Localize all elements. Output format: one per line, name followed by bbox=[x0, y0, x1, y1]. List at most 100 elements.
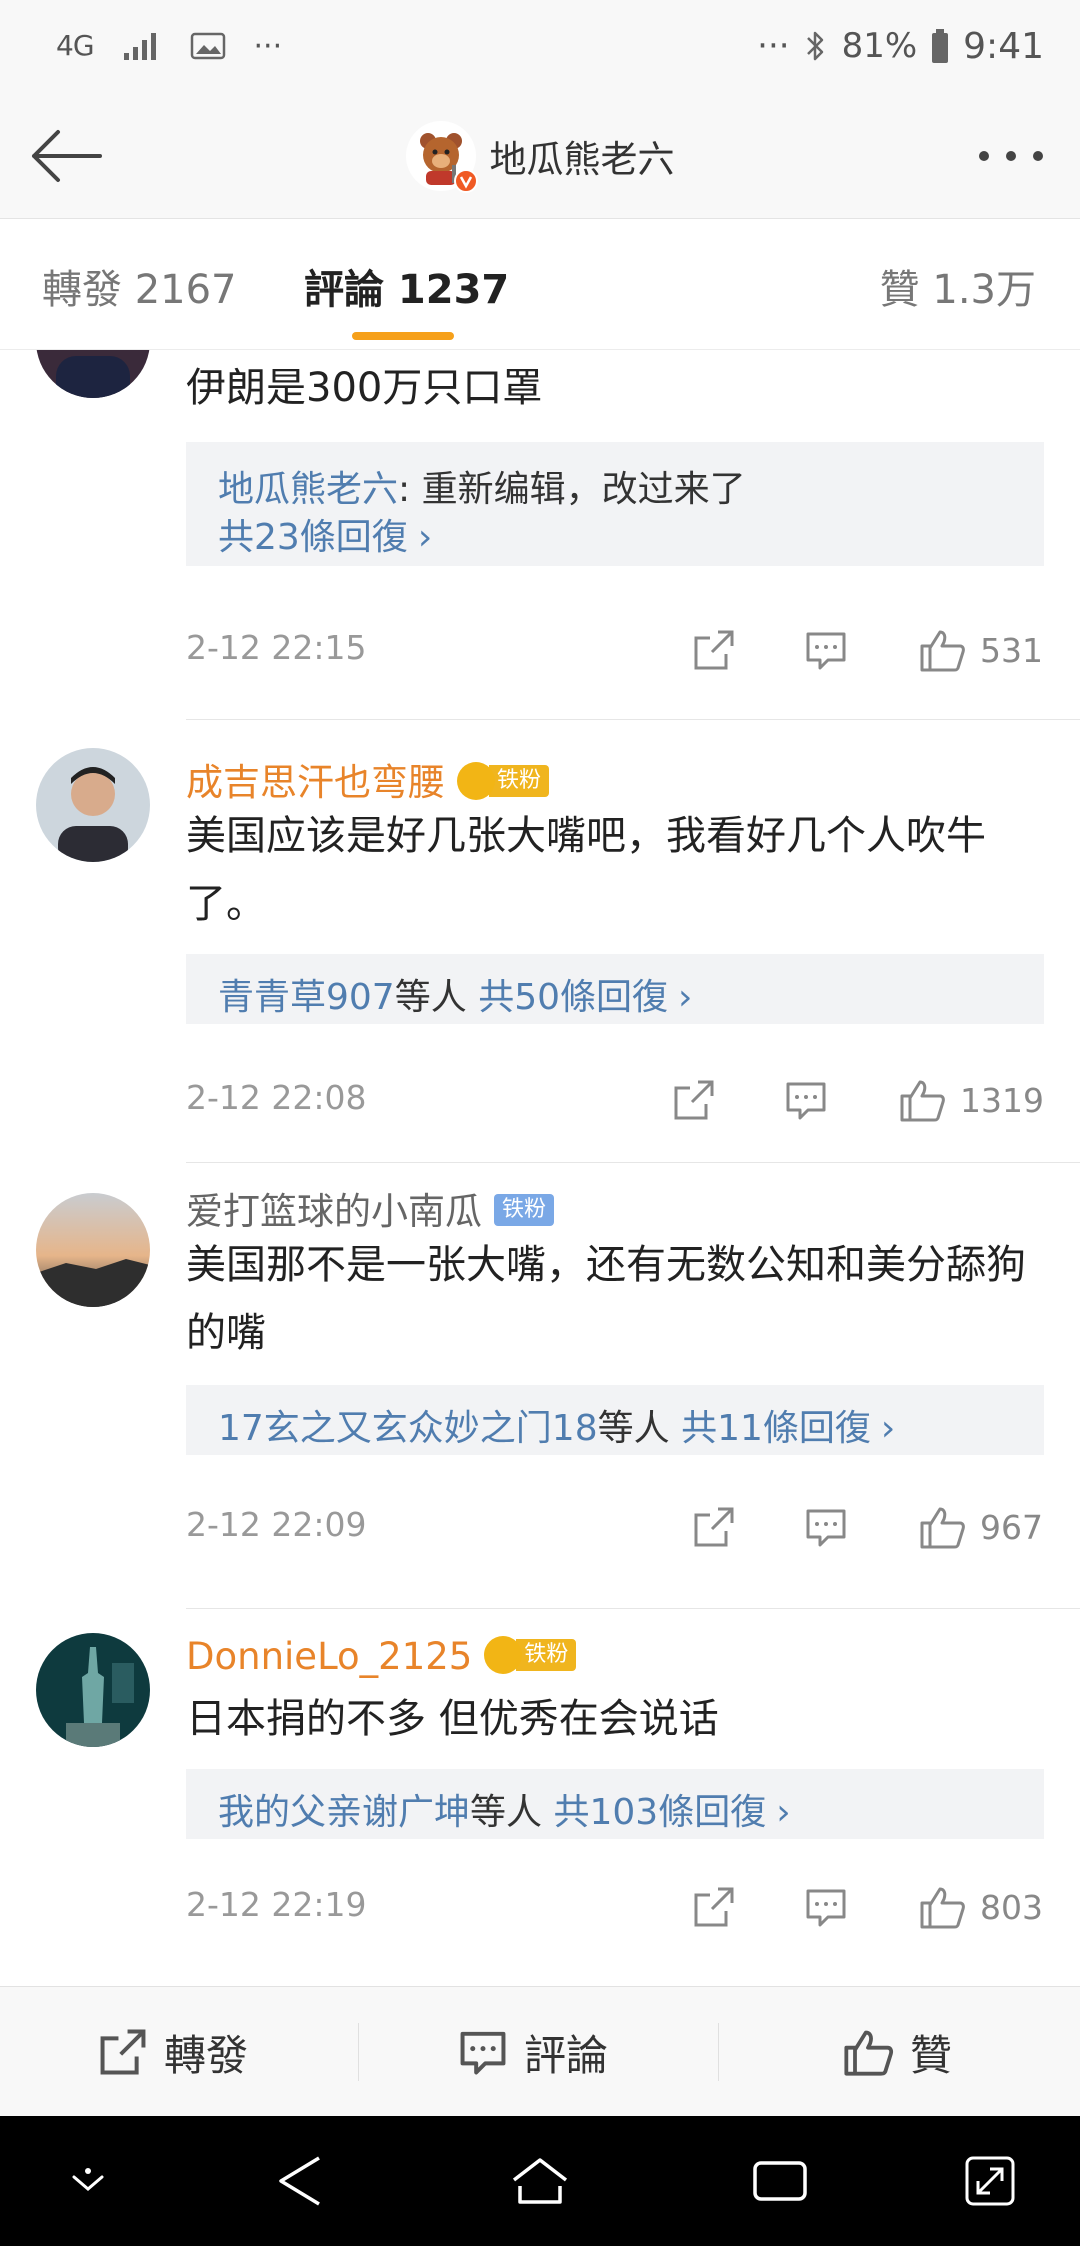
comment-bubble-icon bbox=[806, 1509, 846, 1547]
chevron-right-icon: › bbox=[417, 517, 433, 558]
comment-text: 日本捐的不多 但优秀在会说话 bbox=[186, 1696, 719, 1742]
reply-author[interactable]: 地瓜熊老六 bbox=[218, 469, 398, 510]
commenter-photo-icon bbox=[36, 748, 150, 862]
comment-item: 成吉思汗也弯腰 铁粉 美国应该是好几张大嘴吧，我看好几个人吹牛了。 青青草907等… bbox=[0, 720, 1080, 1163]
reply-suffix: 等人 bbox=[394, 977, 467, 1018]
comment-bubble-icon bbox=[806, 632, 846, 670]
thumbs-up-icon bbox=[920, 630, 965, 672]
comment-item: 爱打篮球的小南瓜 铁粉 美国那不是一张大嘴，还有无数公知和美分舔狗的嘴 17玄之又… bbox=[0, 1163, 1080, 1609]
like-button[interactable]: 803 bbox=[918, 1879, 1043, 1935]
reply-button[interactable] bbox=[804, 1879, 848, 1935]
commenter-name[interactable]: 爱打篮球的小南瓜 铁粉 bbox=[186, 1181, 555, 1235]
tab-forwards[interactable]: 轉發 2167 bbox=[42, 257, 237, 315]
commenter-avatar[interactable] bbox=[36, 748, 150, 862]
reply-users[interactable]: 17玄之又玄众妙之门18 bbox=[218, 1408, 598, 1449]
more-notifications-icon: ··· bbox=[253, 28, 283, 64]
fan-badge[interactable]: 铁粉 bbox=[484, 1635, 577, 1674]
forward-label: 轉發 bbox=[164, 2030, 249, 2080]
comment-time: 2-12 22:19 bbox=[186, 1885, 367, 1924]
comment-bubble-icon bbox=[806, 1889, 846, 1927]
bluetooth-icon bbox=[806, 31, 823, 61]
reply-button[interactable] bbox=[804, 1499, 848, 1555]
comment-button[interactable]: 評論 bbox=[458, 1987, 608, 2117]
chevron-down-dot-icon bbox=[72, 2168, 104, 2191]
share-button[interactable] bbox=[692, 622, 736, 678]
reply-preview[interactable]: 青青草907等人 共50條回復 › bbox=[186, 954, 1044, 1024]
more-options-button[interactable] bbox=[966, 114, 1056, 198]
triangle-back-icon bbox=[279, 2156, 320, 2206]
comment-time: 2-12 22:09 bbox=[186, 1505, 367, 1544]
share-button[interactable] bbox=[692, 1499, 736, 1555]
more-dots-icon bbox=[979, 151, 1043, 161]
tab-likes[interactable]: 贊 1.3万 bbox=[880, 257, 1036, 315]
like-count: 1319 bbox=[960, 1080, 1044, 1120]
system-nav-bar bbox=[0, 2116, 1080, 2246]
page-title: 地瓜熊老六 bbox=[489, 138, 675, 181]
commenter-name[interactable]: 成吉思汗也弯腰 铁粉 bbox=[186, 752, 550, 806]
forward-button[interactable]: 轉發 bbox=[98, 1987, 248, 2117]
user-avatar-mini[interactable] bbox=[405, 121, 478, 193]
tab-comments[interactable]: 評論 1237 bbox=[304, 257, 509, 315]
commenter-avatar[interactable] bbox=[36, 1633, 150, 1747]
chevron-right-icon: › bbox=[678, 977, 693, 1018]
reply-button[interactable] bbox=[784, 1072, 828, 1128]
comment-text: 伊朗是300万只口罩 bbox=[186, 365, 543, 411]
reply-count-link[interactable]: 共11條回復 bbox=[681, 1408, 871, 1449]
fan-badge[interactable]: 铁粉 bbox=[457, 761, 550, 800]
like-count: 967 bbox=[980, 1507, 1043, 1547]
chevron-right-icon: › bbox=[776, 1792, 791, 1833]
recents-nav-button[interactable] bbox=[748, 2149, 812, 2213]
reply-users[interactable]: 青青草907 bbox=[218, 977, 395, 1018]
more-status-icon: ··· bbox=[757, 26, 790, 66]
comment-item: DonnieLo_2125 铁粉 日本捐的不多 但优秀在会说话 我的父亲谢广坤等人… bbox=[0, 1609, 1080, 1985]
bottom-action-bar: 轉發 評論 贊 bbox=[0, 1986, 1080, 2117]
thumbs-up-icon bbox=[920, 1887, 965, 1929]
share-icon bbox=[694, 1507, 734, 1547]
expand-icon bbox=[965, 2156, 1015, 2206]
network-type: 4G bbox=[56, 29, 95, 62]
share-icon bbox=[674, 1080, 714, 1120]
commenter-avatar[interactable] bbox=[36, 1193, 150, 1307]
like-post-button[interactable]: 贊 bbox=[842, 1987, 952, 2117]
like-button[interactable]: 531 bbox=[918, 622, 1043, 678]
reply-suffix: 等人 bbox=[597, 1408, 670, 1449]
comment-bubble-icon bbox=[460, 2031, 506, 2075]
reply-count-link[interactable]: 共103條回復 bbox=[553, 1792, 766, 1833]
back-nav-button[interactable] bbox=[268, 2149, 332, 2213]
chevron-right-icon: › bbox=[880, 1408, 896, 1449]
comment-meta: 2-12 22:19 803 bbox=[186, 1877, 1044, 1937]
like-count: 803 bbox=[980, 1887, 1043, 1927]
share-button[interactable] bbox=[692, 1879, 736, 1935]
like-button[interactable]: 967 bbox=[918, 1499, 1043, 1555]
reply-button[interactable] bbox=[804, 622, 848, 678]
commenter-photo-icon bbox=[36, 1193, 150, 1307]
comment-time: 2-12 22:15 bbox=[186, 628, 367, 667]
comment-text: 美国那不是一张大嘴，还有无数公知和美分舔狗的嘴 bbox=[186, 1242, 1026, 1356]
hide-keyboard-button[interactable] bbox=[56, 2149, 120, 2213]
divider bbox=[718, 2023, 719, 2081]
reply-count-link[interactable]: 共23條回復 bbox=[218, 517, 408, 558]
comment-meta: 2-12 22:15 531 bbox=[186, 620, 1044, 680]
reply-count-link[interactable]: 共50條回復 bbox=[478, 977, 668, 1018]
like-label: 贊 bbox=[910, 2030, 953, 2080]
comment-list[interactable]: 伊朗是300万只口罩 地瓜熊老六: 重新编辑，改过来了 共23條回復 › 2-12… bbox=[0, 350, 1080, 1985]
like-button[interactable]: 1319 bbox=[898, 1072, 1044, 1128]
comment-text: 美国应该是好几张大嘴吧，我看好几个人吹牛了。 bbox=[186, 813, 986, 927]
home-icon bbox=[512, 2158, 568, 2204]
commenter-avatar[interactable] bbox=[36, 350, 150, 398]
reply-users[interactable]: 我的父亲谢广坤 bbox=[218, 1792, 470, 1833]
home-nav-button[interactable] bbox=[508, 2149, 572, 2213]
rotate-button[interactable] bbox=[958, 2149, 1022, 2213]
commenter-name[interactable]: DonnieLo_2125 铁粉 bbox=[186, 1635, 577, 1678]
commenter-photo-icon bbox=[36, 1633, 150, 1747]
reply-preview[interactable]: 我的父亲谢广坤等人 共103條回復 › bbox=[186, 1769, 1044, 1839]
share-button[interactable] bbox=[672, 1072, 716, 1128]
reply-preview[interactable]: 17玄之又玄众妙之门18等人 共11條回復 › bbox=[186, 1385, 1044, 1455]
verified-badge-icon bbox=[453, 169, 478, 193]
comment-item: 伊朗是300万只口罩 地瓜熊老六: 重新编辑，改过来了 共23條回復 › 2-12… bbox=[0, 350, 1080, 720]
top-nav-bar: 地瓜熊老六 bbox=[0, 92, 1080, 219]
reply-preview[interactable]: 地瓜熊老六: 重新编辑，改过来了 共23條回復 › bbox=[186, 442, 1044, 566]
fan-badge[interactable]: 铁粉 bbox=[494, 1191, 555, 1229]
thumbs-up-icon bbox=[844, 2030, 894, 2076]
crown-icon bbox=[457, 761, 495, 800]
